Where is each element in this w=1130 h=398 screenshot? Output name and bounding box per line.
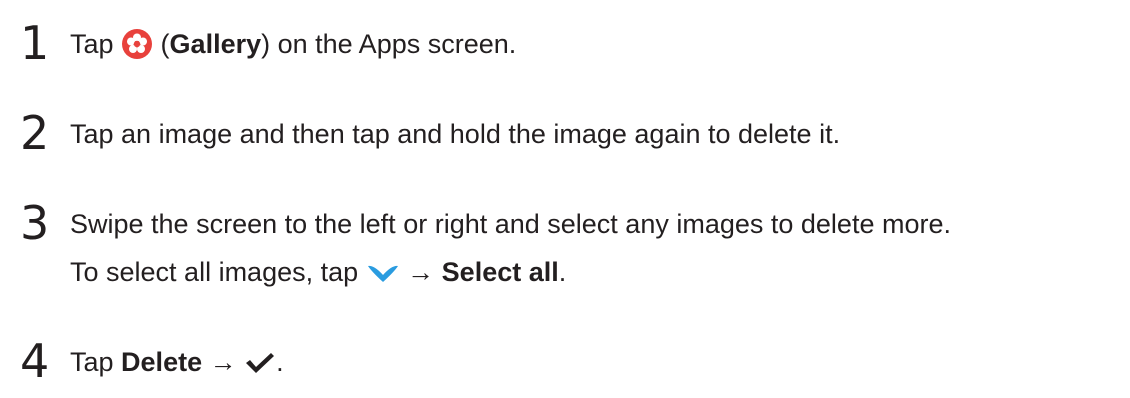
step-text-before: Tap [70, 29, 122, 59]
step-text: Tap (Gallery) on the Apps screen. [70, 28, 516, 62]
step-text: Tap Delete → . [70, 346, 284, 378]
step-text-before: Tap [70, 347, 122, 377]
step-text-bold: Gallery [169, 29, 262, 59]
step-text-after: . [276, 347, 284, 377]
gallery-app-icon [121, 28, 153, 60]
step-number: 4 [20, 334, 50, 388]
chevron-down-icon [366, 263, 400, 283]
subtext-bold: Select all [441, 257, 559, 287]
subtext-arrow: → [399, 257, 442, 287]
subtext-before: To select all images, tap [70, 257, 366, 287]
step-subtext: To select all images, tap → Select all. [70, 256, 566, 288]
step-text: Swipe the screen to the left or right an… [70, 209, 951, 239]
subtext-after: . [558, 257, 567, 287]
step-text: Tap an image and then tap and hold the i… [70, 119, 841, 149]
step-number: 2 [20, 106, 50, 160]
step-text-paren: ( [153, 29, 170, 59]
step-text-after: ) on the Apps screen. [261, 29, 517, 59]
checkmark-icon [244, 351, 276, 375]
step-number: 3 [20, 196, 50, 250]
step-text-arrow: → [202, 347, 245, 377]
step-number: 1 [20, 16, 50, 70]
step-text-bold: Delete [121, 347, 203, 377]
